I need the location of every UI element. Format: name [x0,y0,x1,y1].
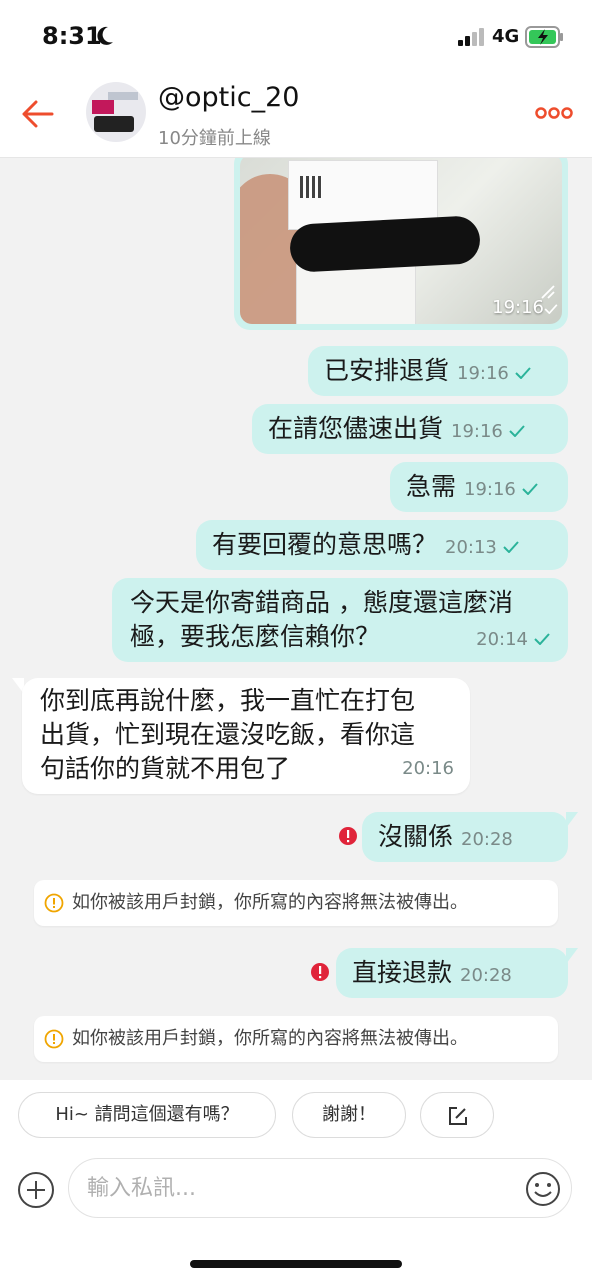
quick-reply-button[interactable]: Hi~ 請問這個還有嗎？ [18,1092,276,1138]
bubble-tail [566,948,578,964]
message-text: 在請您儘速出貨 [268,414,444,443]
battery-charging-icon [525,26,563,48]
outgoing-message[interactable]: 急需 19:16 [390,462,568,512]
read-check-icon [509,425,525,437]
message-input[interactable] [68,1158,572,1218]
message-text: 直接退款 [352,958,453,987]
message-text: 有要回覆的意思嗎？ [212,530,438,559]
moon-icon [97,26,113,45]
quick-reply-button[interactable]: 謝謝！ [292,1092,406,1138]
incoming-message[interactable]: 你到底再說什麼，我一直忙在打包 出貨，忙到現在還沒吃飯，看你這 句話你的貨就不用… [22,678,470,794]
back-arrow-icon[interactable] [18,94,58,134]
send-failed-icon[interactable] [310,962,330,982]
message-text-line: 出貨，忙到現在還沒吃飯，看你這 [40,720,416,749]
network-label: 4G [492,26,520,47]
warning-icon [44,893,64,913]
message-time: 19:16 [457,363,509,384]
block-notice: 如你被該用戶封鎖，你所寫的內容將無法被傳出。 [34,1016,558,1062]
message-time: 20:14 [476,629,528,650]
outgoing-message[interactable]: 已安排退貨 19:16 [308,346,568,396]
message-text-line: 今天是你寄錯商品 ，態度還這麼消 [130,588,513,617]
warning-icon [44,1029,64,1049]
online-status: 10分鐘前上線 [158,128,271,149]
quick-reply-bar: Hi~ 請問這個還有嗎？ 謝謝！ [0,1080,592,1142]
edit-icon [449,1107,467,1125]
message-text-line: 極，要我怎麼信賴你？ [130,622,381,651]
message-list[interactable]: 19:16 已安排退貨 19:16 在請您儘速出貨 19:16 急需 19:16 有要… [0,158,592,1080]
signal-icon [458,28,484,46]
status-bar: 8:31 4G [0,0,592,72]
message-time: 19:16 [451,421,503,442]
message-text: 沒關係 [378,822,454,851]
image-message[interactable]: 19:16 [234,158,568,330]
avatar[interactable] [86,82,146,142]
read-check-icon [503,541,519,553]
edit-quick-replies-button[interactable] [420,1092,494,1138]
notice-text: 如你被該用戶封鎖，你所寫的內容將無法被傳出。 [72,1028,468,1049]
message-text: 急需 [406,472,457,501]
message-time: 19:16 [464,479,516,500]
status-time: 8:31 [42,22,102,50]
outgoing-message[interactable]: 今天是你寄錯商品 ，態度還這麼消 極，要我怎麼信賴你？ 20:14 [112,578,568,662]
outgoing-message[interactable]: 有要回覆的意思嗎？ 20:13 [196,520,568,570]
message-time: 19:16 [492,297,544,318]
message-time: 20:16 [402,758,454,779]
more-icon[interactable] [534,106,574,120]
read-check-icon [534,633,550,645]
read-check-icon [515,367,531,379]
message-text: 已安排退貨 [324,356,450,385]
message-text-line: 句話你的貨就不用包了 [40,754,291,783]
message-time: 20:28 [460,965,512,986]
bubble-tail [566,812,578,828]
block-notice: 如你被該用戶封鎖，你所寫的內容將無法被傳出。 [34,880,558,926]
shipping-label-photo[interactable]: 19:16 [240,158,562,324]
chat-header: @optic_20 10分鐘前上線 [0,72,592,158]
outgoing-message[interactable]: 沒關係 20:28 [362,812,568,862]
composer-bar [0,1142,592,1280]
send-failed-icon[interactable] [338,826,358,846]
plus-icon[interactable] [16,1170,56,1210]
home-indicator [190,1260,402,1268]
read-check-icon [544,304,558,314]
emoji-icon[interactable] [524,1170,562,1208]
read-check-icon [522,483,538,495]
outgoing-message[interactable]: 直接退款 20:28 [336,948,568,998]
message-time: 20:28 [461,829,513,850]
chat-username[interactable]: @optic_20 [158,82,299,113]
outgoing-message[interactable]: 在請您儘速出貨 19:16 [252,404,568,454]
message-text-line: 你到底再說什麼，我一直忙在打包 [40,686,416,715]
notice-text: 如你被該用戶封鎖，你所寫的內容將無法被傳出。 [72,892,468,913]
message-time: 20:13 [445,537,497,558]
